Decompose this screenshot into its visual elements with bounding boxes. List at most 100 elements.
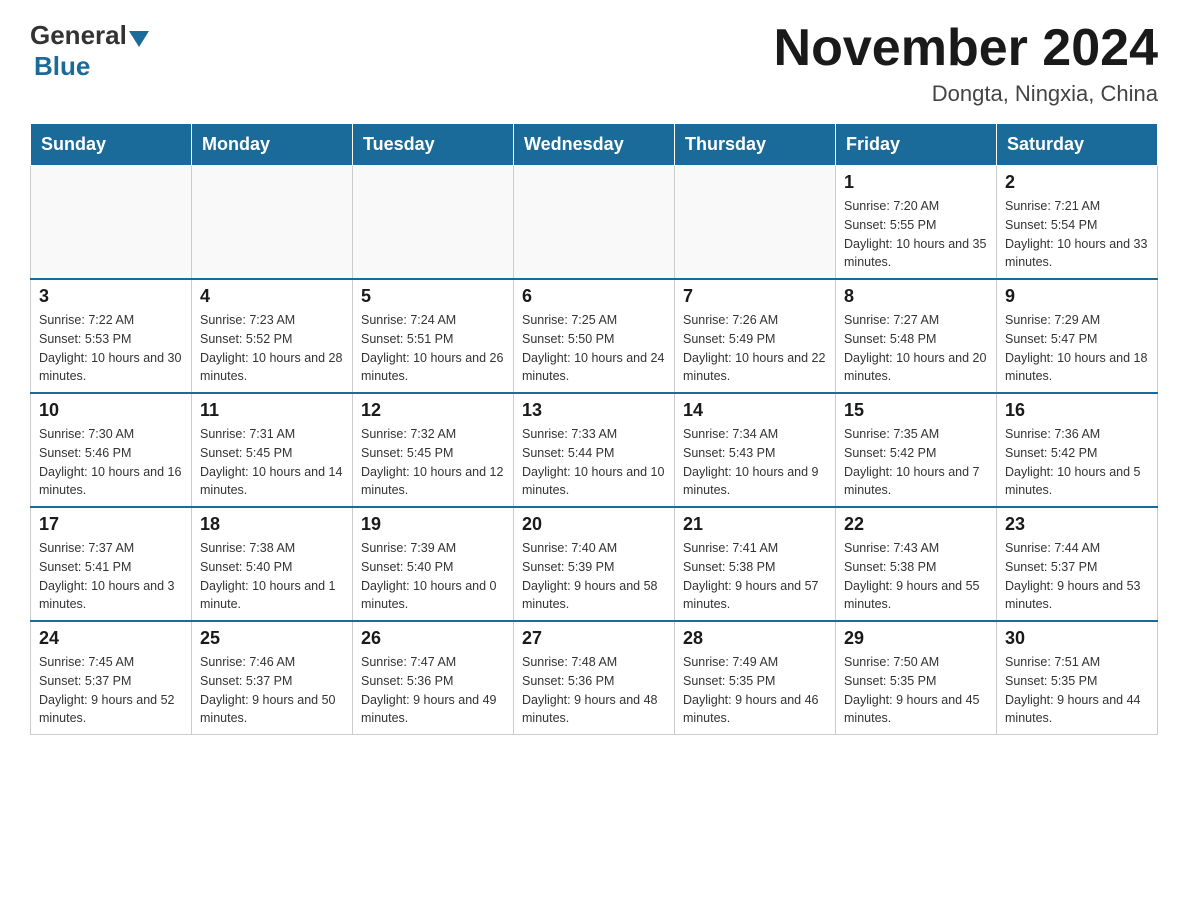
calendar-cell: 15 Sunrise: 7:35 AMSunset: 5:42 PMDayligh…	[836, 393, 997, 507]
calendar-cell: 25 Sunrise: 7:46 AMSunset: 5:37 PMDayligh…	[192, 621, 353, 735]
day-number: 5	[361, 286, 505, 307]
calendar-cell: 2 Sunrise: 7:21 AMSunset: 5:54 PMDaylight…	[997, 166, 1158, 280]
calendar-cell: 24 Sunrise: 7:45 AMSunset: 5:37 PMDayligh…	[31, 621, 192, 735]
calendar-cell: 8Sunrise: 7:27 AMSunset: 5:48 PMDaylight…	[836, 279, 997, 393]
calendar-cell: 9 Sunrise: 7:29 AMSunset: 5:47 PMDaylight…	[997, 279, 1158, 393]
calendar-cell: 3 Sunrise: 7:22 AMSunset: 5:53 PMDaylight…	[31, 279, 192, 393]
day-number: 26	[361, 628, 505, 649]
day-number: 18	[200, 514, 344, 535]
weekday-header: Friday	[836, 124, 997, 166]
calendar-cell: 6 Sunrise: 7:25 AMSunset: 5:50 PMDaylight…	[514, 279, 675, 393]
day-info: Sunrise: 7:36 AMSunset: 5:42 PMDaylight:…	[1005, 425, 1149, 500]
day-info: Sunrise: 7:38 AMSunset: 5:40 PMDaylight:…	[200, 539, 344, 614]
calendar-week-row: 3 Sunrise: 7:22 AMSunset: 5:53 PMDaylight…	[31, 279, 1158, 393]
day-info: Sunrise: 7:43 AMSunset: 5:38 PMDaylight:…	[844, 539, 988, 614]
day-number: 29	[844, 628, 988, 649]
logo: General Blue	[30, 20, 151, 82]
weekday-header: Thursday	[675, 124, 836, 166]
calendar-cell: 5 Sunrise: 7:24 AMSunset: 5:51 PMDaylight…	[353, 279, 514, 393]
weekday-header: Saturday	[997, 124, 1158, 166]
day-number: 4	[200, 286, 344, 307]
day-number: 8	[844, 286, 988, 307]
day-number: 11	[200, 400, 344, 421]
calendar-cell: 13 Sunrise: 7:33 AMSunset: 5:44 PMDayligh…	[514, 393, 675, 507]
day-info: Sunrise: 7:35 AMSunset: 5:42 PMDaylight:…	[844, 425, 988, 500]
calendar-cell: 1Sunrise: 7:20 AMSunset: 5:55 PMDaylight…	[836, 166, 997, 280]
day-number: 15	[844, 400, 988, 421]
calendar-cell	[353, 166, 514, 280]
weekday-header: Monday	[192, 124, 353, 166]
calendar-cell	[192, 166, 353, 280]
day-info: Sunrise: 7:45 AMSunset: 5:37 PMDaylight:…	[39, 653, 183, 728]
calendar-cell: 7 Sunrise: 7:26 AMSunset: 5:49 PMDaylight…	[675, 279, 836, 393]
calendar-cell: 21 Sunrise: 7:41 AMSunset: 5:38 PMDayligh…	[675, 507, 836, 621]
day-number: 22	[844, 514, 988, 535]
calendar-header-row: SundayMondayTuesdayWednesdayThursdayFrid…	[31, 124, 1158, 166]
calendar-cell	[31, 166, 192, 280]
calendar-week-row: 24 Sunrise: 7:45 AMSunset: 5:37 PMDayligh…	[31, 621, 1158, 735]
day-info: Sunrise: 7:40 AMSunset: 5:39 PMDaylight:…	[522, 539, 666, 614]
day-info: Sunrise: 7:24 AMSunset: 5:51 PMDaylight:…	[361, 311, 505, 386]
page-subtitle: Dongta, Ningxia, China	[774, 81, 1158, 107]
day-info: Sunrise: 7:21 AMSunset: 5:54 PMDaylight:…	[1005, 197, 1149, 272]
day-number: 21	[683, 514, 827, 535]
day-info: Sunrise: 7:33 AMSunset: 5:44 PMDaylight:…	[522, 425, 666, 500]
day-number: 2	[1005, 172, 1149, 193]
day-info: Sunrise: 7:41 AMSunset: 5:38 PMDaylight:…	[683, 539, 827, 614]
calendar-cell: 20 Sunrise: 7:40 AMSunset: 5:39 PMDayligh…	[514, 507, 675, 621]
weekday-header: Sunday	[31, 124, 192, 166]
page-header: General Blue November 2024 Dongta, Ningx…	[30, 20, 1158, 107]
calendar-cell: 23Sunrise: 7:44 AMSunset: 5:37 PMDayligh…	[997, 507, 1158, 621]
day-info: Sunrise: 7:34 AMSunset: 5:43 PMDaylight:…	[683, 425, 827, 500]
calendar-cell: 19Sunrise: 7:39 AMSunset: 5:40 PMDayligh…	[353, 507, 514, 621]
calendar-cell: 27 Sunrise: 7:48 AMSunset: 5:36 PMDayligh…	[514, 621, 675, 735]
day-number: 7	[683, 286, 827, 307]
page-title: November 2024	[774, 20, 1158, 77]
calendar-cell: 14 Sunrise: 7:34 AMSunset: 5:43 PMDayligh…	[675, 393, 836, 507]
day-info: Sunrise: 7:26 AMSunset: 5:49 PMDaylight:…	[683, 311, 827, 386]
calendar-cell: 16Sunrise: 7:36 AMSunset: 5:42 PMDayligh…	[997, 393, 1158, 507]
day-number: 23	[1005, 514, 1149, 535]
day-info: Sunrise: 7:49 AMSunset: 5:35 PMDaylight:…	[683, 653, 827, 728]
day-number: 20	[522, 514, 666, 535]
day-info: Sunrise: 7:25 AMSunset: 5:50 PMDaylight:…	[522, 311, 666, 386]
calendar-cell	[514, 166, 675, 280]
day-number: 27	[522, 628, 666, 649]
day-info: Sunrise: 7:32 AMSunset: 5:45 PMDaylight:…	[361, 425, 505, 500]
calendar-week-row: 1Sunrise: 7:20 AMSunset: 5:55 PMDaylight…	[31, 166, 1158, 280]
calendar-cell	[675, 166, 836, 280]
calendar-cell: 30Sunrise: 7:51 AMSunset: 5:35 PMDayligh…	[997, 621, 1158, 735]
day-info: Sunrise: 7:20 AMSunset: 5:55 PMDaylight:…	[844, 197, 988, 272]
logo-general-text: General	[30, 20, 127, 51]
day-number: 30	[1005, 628, 1149, 649]
day-info: Sunrise: 7:50 AMSunset: 5:35 PMDaylight:…	[844, 653, 988, 728]
calendar-week-row: 10 Sunrise: 7:30 AMSunset: 5:46 PMDayligh…	[31, 393, 1158, 507]
day-number: 13	[522, 400, 666, 421]
calendar-week-row: 17Sunrise: 7:37 AMSunset: 5:41 PMDayligh…	[31, 507, 1158, 621]
day-info: Sunrise: 7:48 AMSunset: 5:36 PMDaylight:…	[522, 653, 666, 728]
day-number: 10	[39, 400, 183, 421]
day-number: 28	[683, 628, 827, 649]
day-info: Sunrise: 7:46 AMSunset: 5:37 PMDaylight:…	[200, 653, 344, 728]
weekday-header: Wednesday	[514, 124, 675, 166]
calendar-cell: 28 Sunrise: 7:49 AMSunset: 5:35 PMDayligh…	[675, 621, 836, 735]
day-number: 6	[522, 286, 666, 307]
day-number: 17	[39, 514, 183, 535]
calendar-cell: 29 Sunrise: 7:50 AMSunset: 5:35 PMDayligh…	[836, 621, 997, 735]
calendar-cell: 17Sunrise: 7:37 AMSunset: 5:41 PMDayligh…	[31, 507, 192, 621]
day-number: 14	[683, 400, 827, 421]
day-info: Sunrise: 7:29 AMSunset: 5:47 PMDaylight:…	[1005, 311, 1149, 386]
calendar-cell: 12 Sunrise: 7:32 AMSunset: 5:45 PMDayligh…	[353, 393, 514, 507]
day-info: Sunrise: 7:22 AMSunset: 5:53 PMDaylight:…	[39, 311, 183, 386]
day-number: 25	[200, 628, 344, 649]
day-info: Sunrise: 7:30 AMSunset: 5:46 PMDaylight:…	[39, 425, 183, 500]
day-number: 12	[361, 400, 505, 421]
calendar-cell: 4 Sunrise: 7:23 AMSunset: 5:52 PMDaylight…	[192, 279, 353, 393]
day-number: 24	[39, 628, 183, 649]
day-number: 9	[1005, 286, 1149, 307]
day-info: Sunrise: 7:23 AMSunset: 5:52 PMDaylight:…	[200, 311, 344, 386]
day-info: Sunrise: 7:47 AMSunset: 5:36 PMDaylight:…	[361, 653, 505, 728]
calendar-cell: 10 Sunrise: 7:30 AMSunset: 5:46 PMDayligh…	[31, 393, 192, 507]
day-number: 3	[39, 286, 183, 307]
calendar-cell: 22 Sunrise: 7:43 AMSunset: 5:38 PMDayligh…	[836, 507, 997, 621]
